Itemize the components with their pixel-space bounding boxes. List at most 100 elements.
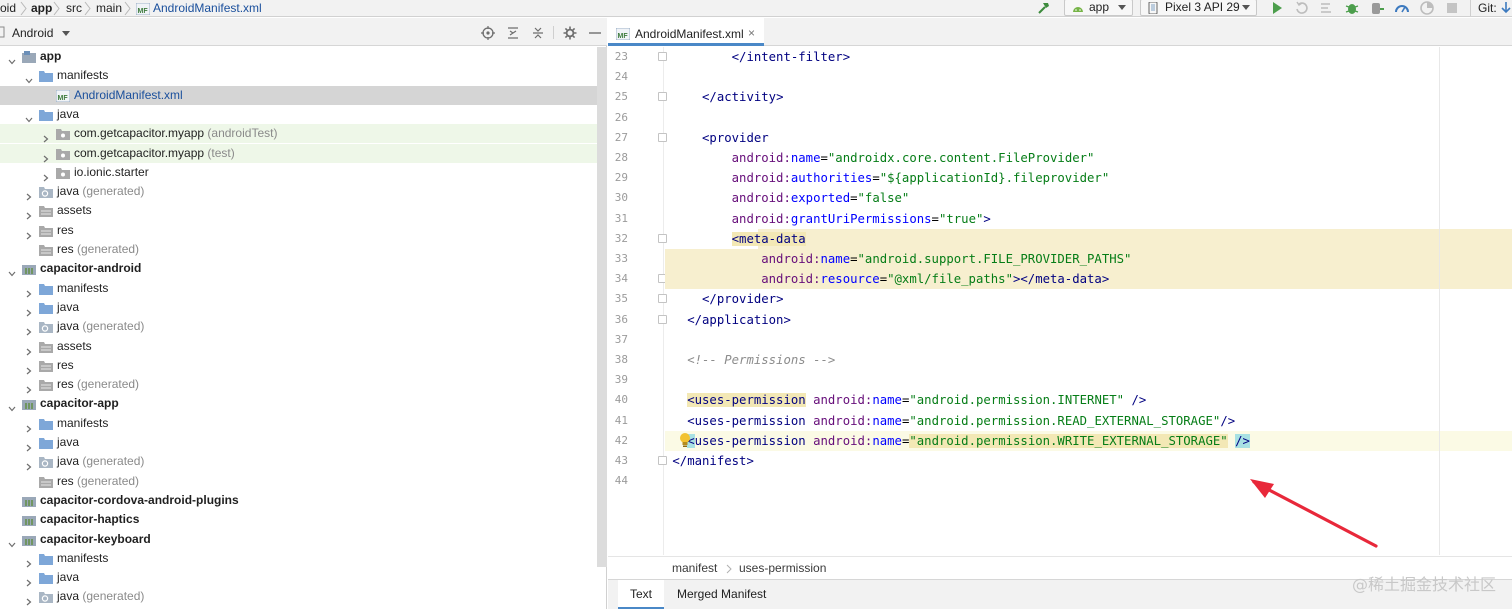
breadcrumb-uses-permission[interactable]: uses-permission: [739, 561, 826, 575]
git-label[interactable]: Git:: [1478, 1, 1497, 16]
tree-row[interactable]: manifests: [0, 279, 597, 298]
code-line[interactable]: android:authorities="${applicationId}.fi…: [665, 168, 1512, 188]
tree-row[interactable]: res (generated): [0, 375, 597, 394]
profiler-icon[interactable]: [1394, 0, 1410, 16]
code-line[interactable]: <meta-data: [665, 228, 1512, 249]
scrollbar[interactable]: [597, 47, 607, 567]
locate-file-icon[interactable]: [480, 25, 496, 41]
tree-row[interactable]: capacitor-keyboard: [0, 530, 597, 549]
chevron-right-icon[interactable]: [25, 420, 33, 433]
breadcrumb-main[interactable]: main: [96, 1, 122, 16]
code-line[interactable]: </provider>: [665, 289, 1512, 309]
run-config-dropdown[interactable]: app: [1064, 0, 1133, 16]
gear-icon[interactable]: [562, 25, 578, 41]
chevron-right-icon[interactable]: [42, 130, 50, 143]
code-line[interactable]: [665, 370, 1512, 390]
breadcrumb-src[interactable]: src: [66, 1, 82, 16]
code-line[interactable]: </intent-filter>: [665, 47, 1512, 67]
chevron-right-icon[interactable]: [25, 207, 33, 220]
stop-icon[interactable]: [1445, 0, 1459, 16]
code-line[interactable]: [665, 108, 1512, 128]
chevron-right-icon[interactable]: [25, 381, 33, 394]
tree-row[interactable]: app: [0, 47, 597, 66]
collapse-all-icon[interactable]: [530, 25, 546, 41]
apply-changes-icon[interactable]: [1294, 0, 1310, 16]
chevron-down-icon[interactable]: [25, 72, 33, 84]
breadcrumb-project[interactable]: oid: [0, 1, 16, 16]
lightbulb-icon[interactable]: [678, 432, 692, 448]
code-line[interactable]: <!-- Permissions -->: [665, 350, 1512, 370]
tree-row[interactable]: capacitor-android: [0, 259, 597, 278]
chevron-right-icon[interactable]: [42, 150, 50, 162]
tree-row[interactable]: manifests: [0, 66, 597, 85]
expand-all-icon[interactable]: [505, 25, 521, 41]
chevron-down-icon[interactable]: [62, 31, 70, 36]
tree-row[interactable]: res: [0, 221, 597, 240]
tab-text[interactable]: Text: [618, 580, 665, 609]
chevron-down-icon[interactable]: [8, 400, 16, 412]
tree-row[interactable]: java: [0, 433, 597, 452]
chevron-right-icon[interactable]: [25, 227, 33, 240]
chevron-right-icon[interactable]: [42, 169, 50, 182]
apply-code-changes-icon[interactable]: [1319, 0, 1335, 16]
code-line[interactable]: [665, 330, 1512, 350]
tree-row[interactable]: manifests: [0, 549, 597, 568]
minimize-icon[interactable]: [587, 25, 603, 41]
chevron-right-icon[interactable]: [25, 555, 33, 568]
tree-row[interactable]: java: [0, 568, 597, 587]
build-hammer-icon[interactable]: [1036, 0, 1052, 16]
chevron-right-icon[interactable]: [25, 593, 33, 606]
tree-row[interactable]: res (generated): [0, 472, 597, 491]
tree-row[interactable]: manifests: [0, 414, 597, 433]
code-line[interactable]: </application>: [665, 310, 1512, 330]
chevron-down-icon[interactable]: [25, 111, 33, 123]
breadcrumb-app[interactable]: app: [31, 1, 52, 16]
tree-row[interactable]: assets: [0, 201, 597, 220]
chevron-right-icon[interactable]: [25, 188, 33, 201]
tree-row[interactable]: java (generated): [0, 452, 597, 471]
tab-androidmanifest[interactable]: MF AndroidManifest.xml ×: [608, 18, 764, 46]
breadcrumb-file[interactable]: AndroidManifest.xml: [153, 1, 262, 16]
breadcrumb-manifest[interactable]: manifest: [672, 561, 717, 575]
tree-row[interactable]: assets: [0, 337, 597, 356]
chevron-right-icon[interactable]: [25, 323, 33, 336]
chevron-right-icon[interactable]: [25, 574, 33, 587]
debug-icon[interactable]: [1344, 0, 1360, 16]
code-line[interactable]: [665, 67, 1512, 87]
project-view-selector[interactable]: Android: [12, 26, 53, 40]
code-line[interactable]: android:grantUriPermissions="true">: [665, 209, 1512, 229]
tree-row[interactable]: com.getcapacitor.myapp (androidTest): [0, 124, 597, 144]
chevron-right-icon[interactable]: [25, 458, 33, 471]
chevron-right-icon[interactable]: [25, 439, 33, 452]
chevron-down-icon[interactable]: [8, 536, 16, 547]
code-line[interactable]: android:resource="@xml/file_paths"></met…: [665, 269, 1512, 290]
attach-debugger-icon[interactable]: [1369, 0, 1385, 16]
chevron-down-icon[interactable]: [8, 265, 16, 277]
run-icon[interactable]: [1270, 0, 1284, 16]
code-line[interactable]: android:exported="false": [665, 188, 1512, 208]
tree-row[interactable]: com.getcapacitor.myapp (test): [0, 143, 597, 163]
code-line[interactable]: <uses-permission android:name="android.p…: [665, 411, 1512, 431]
coverage-icon[interactable]: [1419, 0, 1435, 16]
tree-row[interactable]: MF AndroidManifest.xml: [0, 85, 597, 105]
code-line[interactable]: android:name="android.support.FILE_PROVI…: [665, 249, 1512, 269]
tree-row[interactable]: res (generated): [0, 240, 597, 259]
chevron-right-icon[interactable]: [25, 362, 33, 375]
tree-row[interactable]: java: [0, 105, 597, 124]
tree-row[interactable]: java (generated): [0, 587, 597, 606]
tree-row[interactable]: java (generated): [0, 317, 597, 336]
chevron-right-icon[interactable]: [25, 343, 33, 355]
code-line[interactable]: </activity>: [665, 87, 1512, 107]
code-line[interactable]: android:name="androidx.core.content.File…: [665, 148, 1512, 168]
device-dropdown[interactable]: Pixel 3 API 29: [1140, 0, 1257, 16]
tree-row[interactable]: capacitor-cordova-android-plugins: [0, 491, 597, 510]
code-line[interactable]: <uses-permission android:name="android.p…: [665, 430, 1512, 451]
chevron-right-icon[interactable]: [25, 304, 33, 317]
code-line[interactable]: <uses-permission android:name="android.p…: [665, 390, 1512, 410]
tree-row[interactable]: capacitor-haptics: [0, 510, 597, 529]
close-icon[interactable]: ×: [748, 26, 755, 40]
tree-row[interactable]: java (generated): [0, 182, 597, 201]
tree-row[interactable]: io.ionic.starter: [0, 163, 597, 182]
git-update-icon[interactable]: [1500, 0, 1512, 16]
chevron-right-icon[interactable]: [25, 285, 33, 298]
